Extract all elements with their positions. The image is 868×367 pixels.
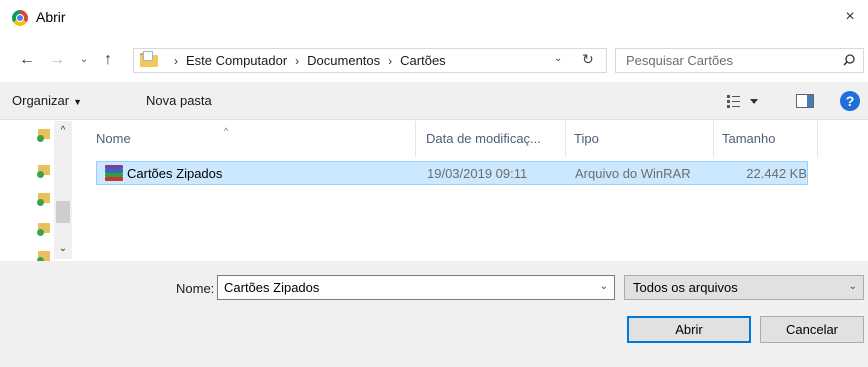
navigation-pane-scrollbar[interactable]: ^ ⌄ (54, 121, 72, 259)
breadcrumb-item-documentos[interactable]: Documentos (307, 53, 380, 68)
file-type: Arquivo do WinRAR (575, 166, 691, 181)
search-icon (843, 54, 855, 66)
file-row[interactable]: Cartões Zipados 19/03/2019 09:11 Arquivo… (96, 161, 808, 185)
sort-ascending-icon: ^ (224, 126, 229, 136)
back-button[interactable]: ← (16, 50, 38, 70)
window-title: Abrir (36, 9, 66, 25)
breadcrumb-item-este-computador[interactable]: Este Computador (186, 53, 287, 68)
scroll-up-icon[interactable]: ^ (54, 125, 72, 136)
file-date: 19/03/2019 09:11 (427, 166, 528, 181)
new-folder-button[interactable]: Nova pasta (146, 93, 212, 108)
filename-input[interactable]: Cartões Zipados ⌄ (217, 275, 615, 300)
breadcrumb-item-cartoes[interactable]: Cartões (400, 53, 446, 68)
filename-value: Cartões Zipados (224, 280, 320, 295)
title-bar: Abrir × (0, 0, 868, 36)
preview-pane-icon[interactable] (796, 94, 814, 108)
organize-menu[interactable]: Organizar ▼ (12, 93, 82, 108)
column-name-label: Nome (96, 131, 131, 146)
winrar-archive-icon (105, 165, 123, 181)
column-header-type[interactable]: Tipo (566, 121, 714, 157)
file-list: Nome ^ Data de modificaç... Tipo Tamanho… (88, 121, 868, 261)
folder-icon (140, 51, 158, 67)
column-header-date[interactable]: Data de modificaç... (418, 121, 566, 157)
address-dropdown-icon[interactable]: ⌄ (554, 53, 568, 64)
chevron-right-icon[interactable]: › (174, 54, 178, 68)
chevron-down-icon[interactable]: ⌄ (600, 281, 608, 292)
close-button[interactable]: × (840, 6, 860, 28)
recent-locations-button[interactable]: ⌄ (76, 50, 92, 70)
filetype-value: Todos os arquivos (633, 280, 738, 295)
filetype-select[interactable]: Todos os arquivos ⌄ (624, 275, 864, 300)
up-folder-button[interactable]: ↑ (98, 50, 118, 70)
chrome-icon (12, 10, 28, 26)
scroll-down-icon[interactable]: ⌄ (54, 243, 72, 254)
column-header-size[interactable]: Tamanho (714, 121, 818, 157)
search-input[interactable]: Pesquisar Cartões (615, 48, 864, 73)
chevron-right-icon[interactable]: › (388, 54, 392, 68)
forward-button[interactable]: → (46, 50, 68, 70)
chevron-down-icon: ⌄ (848, 281, 857, 292)
open-button[interactable]: Abrir (627, 316, 751, 343)
chevron-right-icon[interactable]: › (295, 54, 299, 68)
breadcrumb: › Este Computador › Documentos › Cartões (166, 49, 446, 72)
file-name: Cartões Zipados (127, 166, 223, 181)
search-placeholder: Pesquisar Cartões (626, 53, 733, 68)
command-toolbar: Organizar ▼ Nova pasta ? (0, 82, 868, 120)
refresh-icon[interactable]: ↻ (582, 51, 600, 68)
organize-label: Organizar (12, 93, 70, 108)
folder-icon[interactable] (37, 221, 50, 236)
folder-icon[interactable] (37, 163, 50, 178)
cancel-button[interactable]: Cancelar (760, 316, 864, 343)
view-options-icon[interactable] (726, 93, 766, 109)
help-icon[interactable]: ? (840, 91, 860, 111)
column-header-name[interactable]: Nome ^ (88, 121, 416, 157)
scrollbar-thumb[interactable] (56, 201, 70, 223)
file-size: 22.442 KB (746, 166, 807, 181)
dialog-footer: Nome: Cartões Zipados ⌄ Todos os arquivo… (0, 261, 868, 367)
folder-icon[interactable] (37, 127, 50, 142)
folder-icon[interactable] (37, 191, 50, 206)
caret-down-icon: ▼ (73, 97, 82, 107)
filename-label: Nome: (176, 281, 215, 296)
address-bar[interactable]: › Este Computador › Documentos › Cartões… (133, 48, 607, 73)
navigation-bar: ← → ⌄ ↑ › Este Computador › Documentos ›… (0, 36, 868, 82)
